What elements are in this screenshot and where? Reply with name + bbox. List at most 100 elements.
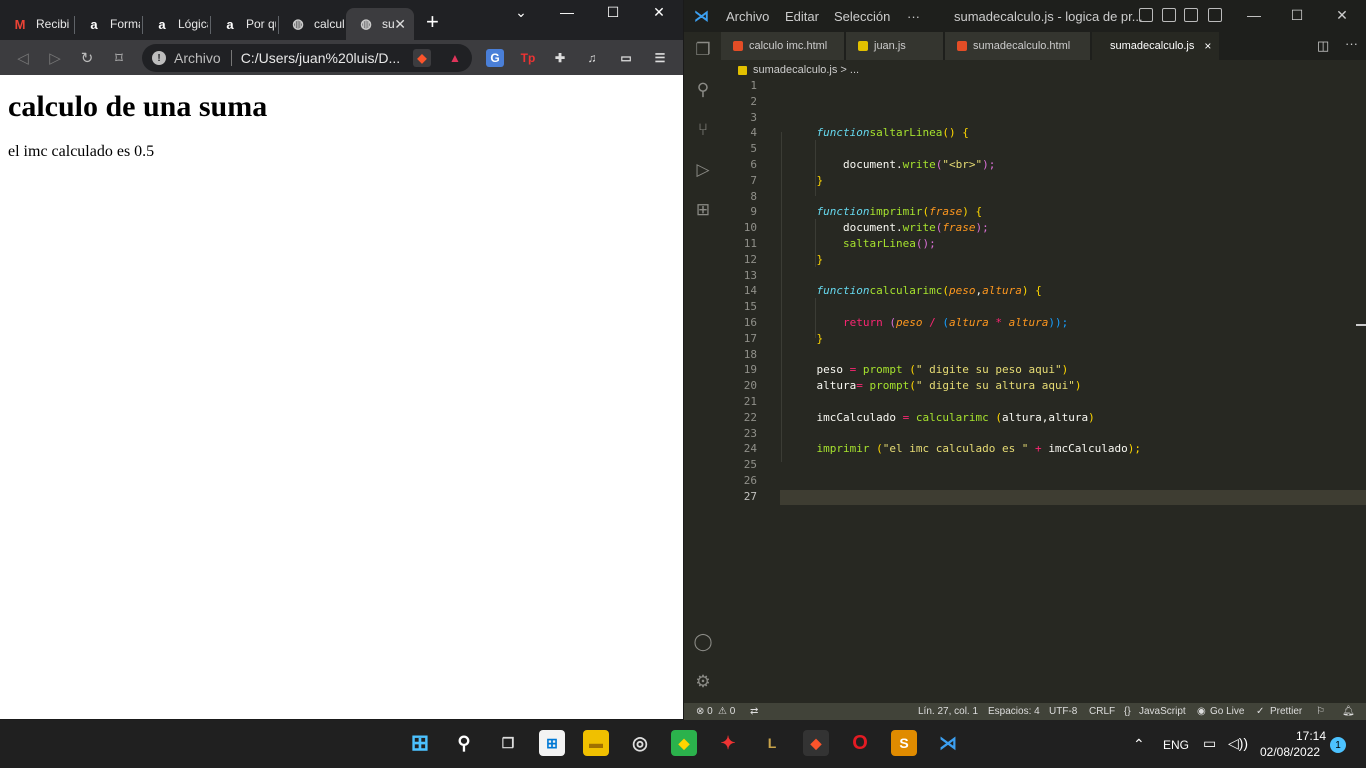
menu-archivo[interactable]: Archivo xyxy=(726,9,769,24)
code-line[interactable]: 21 xyxy=(721,394,1366,410)
code-line[interactable]: 10 document.write(frase); xyxy=(721,220,1366,236)
brave-shields-icon[interactable]: ◆ xyxy=(413,49,431,67)
sublime-text-icon[interactable]: S xyxy=(891,730,917,756)
run-debug-icon[interactable]: ▷ xyxy=(693,160,713,180)
code-line[interactable]: 27 xyxy=(721,489,1366,505)
language-indicator[interactable]: ENG xyxy=(1163,738,1189,752)
maximize-button[interactable]: ☐ xyxy=(1287,7,1307,24)
close-window-button[interactable]: ✕ xyxy=(644,4,674,21)
menu-editar[interactable]: Editar xyxy=(785,9,819,24)
task-view-icon[interactable]: ❐ xyxy=(495,730,521,756)
prettier-button[interactable]: Prettier xyxy=(1270,706,1302,717)
toggle-sidebar-icon[interactable] xyxy=(1162,8,1176,22)
code-line[interactable]: 6 document.write("<br>"); xyxy=(721,157,1366,173)
language-braces-icon[interactable]: {} xyxy=(1124,706,1131,717)
network-icon[interactable]: ▭ xyxy=(1203,735,1216,752)
close-tab-icon[interactable]: ✕ xyxy=(394,16,406,33)
wallet-icon[interactable]: ▭ xyxy=(617,49,635,67)
explorer-icon[interactable]: ❐ xyxy=(693,40,713,60)
feedback-icon[interactable]: ⚐ xyxy=(1316,706,1325,717)
account-icon[interactable]: ◯ xyxy=(693,632,713,652)
brave-rewards-icon[interactable]: ▲ xyxy=(446,49,464,67)
bookmark-icon[interactable]: ⌑ xyxy=(108,47,130,69)
code-line[interactable]: 4 functionsaltarLinea() { xyxy=(721,125,1366,141)
code-line[interactable]: 22 imcCalculado = calcularimc (altura,al… xyxy=(721,410,1366,426)
extensions-icon[interactable]: ⊞ xyxy=(693,200,713,220)
toggle-panel-icon[interactable] xyxy=(1139,8,1153,22)
browser-tab-suma-active[interactable]: ◍ su ✕ xyxy=(346,8,414,40)
browser-tab-calculo[interactable]: ◍ calcul xyxy=(278,8,344,40)
league-of-legends-icon[interactable]: L xyxy=(759,730,785,756)
translate-extension-icon[interactable]: G xyxy=(486,49,504,67)
code-line[interactable]: 7 } xyxy=(721,173,1366,189)
browser-tab-logica[interactable]: a Lógica xyxy=(142,8,208,40)
code-line[interactable]: 26 xyxy=(721,473,1366,489)
code-line[interactable]: 3 xyxy=(721,110,1366,126)
prettier-check-icon[interactable]: ✓ xyxy=(1256,706,1264,717)
bluestacks-icon[interactable]: ◆ xyxy=(671,730,697,756)
brave-browser-icon[interactable]: ◆ xyxy=(803,730,829,756)
tab-juan-js[interactable]: juan.js xyxy=(846,32,944,60)
split-editor-icon[interactable]: ◫ xyxy=(1317,38,1329,54)
search-icon[interactable]: ⚲ xyxy=(693,80,713,100)
clock-time[interactable]: 17:14 xyxy=(1296,729,1326,743)
toggle-secondary-sidebar-icon[interactable] xyxy=(1184,8,1198,22)
tab-calculo-imc-html[interactable]: calculo imc.html xyxy=(721,32,845,60)
game-controller-icon[interactable]: ✦ xyxy=(715,730,741,756)
tab-search-chevron-icon[interactable]: ⌄ xyxy=(506,4,536,21)
close-tab-icon[interactable]: × xyxy=(1204,39,1211,53)
code-line[interactable]: 11 saltarLinea(); xyxy=(721,236,1366,252)
code-line[interactable]: 12 } xyxy=(721,252,1366,268)
code-line[interactable]: 16 return (peso / (altura * altura)); xyxy=(721,315,1366,331)
clock-date[interactable]: 02/08/2022 xyxy=(1260,745,1320,759)
problems-errors[interactable]: ⊗ 0 xyxy=(696,706,713,717)
code-line[interactable]: 14 functioncalcularimc(peso,altura) { xyxy=(721,283,1366,299)
forward-icon[interactable]: ▷ xyxy=(44,47,66,69)
customize-layout-icon[interactable] xyxy=(1208,8,1222,22)
code-line[interactable]: 23 xyxy=(721,426,1366,442)
browser-menu-icon[interactable]: ☰ xyxy=(651,49,669,67)
code-editor[interactable]: 1234 functionsaltarLinea() {5 6 document.… xyxy=(721,78,1366,703)
line-endings[interactable]: CRLF xyxy=(1089,706,1115,717)
code-line[interactable]: 9 functionimprimir(frase) { xyxy=(721,204,1366,220)
media-playlist-icon[interactable]: ♫ xyxy=(583,49,601,67)
code-line[interactable]: 5 xyxy=(721,141,1366,157)
tp-extension-icon[interactable]: Tp xyxy=(519,49,537,67)
tab-sumadecalculo-html[interactable]: sumadecalculo.html xyxy=(945,32,1091,60)
show-hidden-icons-chevron-icon[interactable]: ⌃ xyxy=(1133,736,1145,753)
code-line[interactable]: 19 peso = prompt (" digite su peso aqui"… xyxy=(721,362,1366,378)
more-actions-icon[interactable]: ··· xyxy=(1345,36,1358,51)
opera-icon[interactable]: O xyxy=(847,730,873,756)
tab-sumadecalculo-js[interactable]: sumadecalculo.js × xyxy=(1092,32,1220,60)
source-control-icon[interactable]: ⑂ xyxy=(693,120,713,140)
menu-more[interactable]: ··· xyxy=(907,9,920,24)
language-mode[interactable]: JavaScript xyxy=(1139,706,1186,717)
code-line[interactable]: 25 xyxy=(721,457,1366,473)
notifications-bell-icon[interactable]: 🔔︎ xyxy=(1342,706,1355,717)
microsoft-store-icon[interactable]: ⊞ xyxy=(539,730,565,756)
browser-tab-gmail[interactable]: M Recibi xyxy=(0,8,72,40)
notification-badge[interactable]: 1 xyxy=(1330,737,1346,753)
go-live-button[interactable]: Go Live xyxy=(1210,706,1244,717)
vscode-icon[interactable]: ⋊ xyxy=(935,730,961,756)
code-line[interactable]: 13 xyxy=(721,268,1366,284)
settings-gear-icon[interactable]: ⚙ xyxy=(693,672,713,692)
back-icon[interactable]: ◁ xyxy=(12,47,34,69)
address-url[interactable]: C:/Users/juan%20luis/D... xyxy=(241,50,401,66)
search-icon[interactable]: ⚲ xyxy=(451,730,477,756)
code-line[interactable]: 17 } xyxy=(721,331,1366,347)
maximize-button[interactable]: ☐ xyxy=(598,4,628,21)
browser-tab-porque[interactable]: a Por qu xyxy=(210,8,276,40)
file-explorer-icon[interactable]: ▬ xyxy=(583,730,609,756)
menu-seleccion[interactable]: Selección xyxy=(834,9,890,24)
obs-icon[interactable]: ◎ xyxy=(627,730,653,756)
reload-icon[interactable]: ↻ xyxy=(76,47,98,69)
minimize-button[interactable]: — xyxy=(552,4,582,20)
problems-warnings[interactable]: ⚠ 0 xyxy=(718,706,735,717)
indentation[interactable]: Espacios: 4 xyxy=(988,706,1040,717)
code-line[interactable]: 8 xyxy=(721,189,1366,205)
close-window-button[interactable]: ✕ xyxy=(1332,7,1352,24)
new-tab-button[interactable]: + xyxy=(426,11,439,33)
extensions-puzzle-icon[interactable]: ✚ xyxy=(551,49,569,67)
remote-icon[interactable]: ⇄ xyxy=(750,706,758,717)
